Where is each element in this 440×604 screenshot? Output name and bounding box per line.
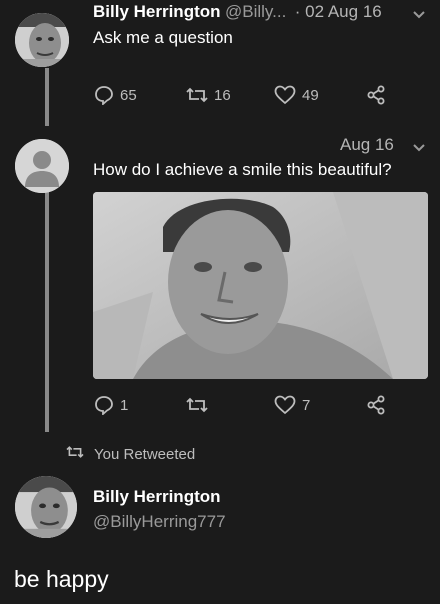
retweet-notice: You Retweeted bbox=[66, 444, 195, 464]
tweet-text: How do I achieve a smile this beautiful? bbox=[93, 160, 392, 179]
heart-icon bbox=[274, 395, 296, 415]
retweet-button[interactable] bbox=[186, 395, 214, 415]
tweet-media-image[interactable] bbox=[93, 192, 428, 379]
chevron-down-icon[interactable] bbox=[411, 139, 427, 160]
tweet-text: be happy bbox=[14, 566, 109, 592]
author-name[interactable]: Billy Herrington bbox=[93, 487, 221, 507]
avatar[interactable] bbox=[15, 13, 69, 67]
author-handle[interactable]: @Billy... bbox=[225, 2, 286, 21]
like-button[interactable]: 7 bbox=[274, 395, 310, 415]
reply-icon bbox=[94, 85, 114, 105]
heart-icon bbox=[274, 85, 296, 105]
share-button[interactable] bbox=[366, 85, 386, 105]
retweet-button[interactable]: 16 bbox=[186, 85, 231, 105]
thread-line bbox=[45, 68, 49, 126]
reply-icon bbox=[94, 395, 114, 415]
author-handle[interactable]: @BillyHerring777 bbox=[93, 512, 226, 532]
like-count: 7 bbox=[302, 396, 311, 414]
avatar[interactable] bbox=[15, 139, 69, 193]
share-icon bbox=[366, 85, 386, 105]
tweet-text: Ask me a question bbox=[93, 28, 233, 47]
avatar[interactable] bbox=[15, 476, 77, 538]
share-icon bbox=[366, 395, 386, 415]
author-name[interactable]: Billy Herrington bbox=[93, 2, 221, 21]
retweet-notice-label: You Retweeted bbox=[94, 445, 196, 463]
reply-button[interactable]: 65 bbox=[94, 85, 137, 105]
tweet-date[interactable]: · 02 Aug 16 bbox=[295, 2, 382, 21]
retweet-count: 16 bbox=[214, 86, 231, 104]
like-button[interactable]: 49 bbox=[274, 85, 319, 105]
reply-count: 1 bbox=[120, 396, 129, 414]
reply-button[interactable]: 1 bbox=[94, 395, 128, 415]
reply-count: 65 bbox=[120, 86, 137, 104]
retweet-icon bbox=[186, 395, 208, 415]
tweet-date[interactable]: Aug 16 bbox=[340, 135, 394, 155]
retweet-icon bbox=[66, 444, 84, 464]
share-button[interactable] bbox=[366, 395, 386, 415]
chevron-down-icon[interactable] bbox=[411, 6, 427, 27]
retweet-icon bbox=[186, 85, 208, 105]
like-count: 49 bbox=[302, 86, 319, 104]
thread-line bbox=[45, 192, 49, 432]
